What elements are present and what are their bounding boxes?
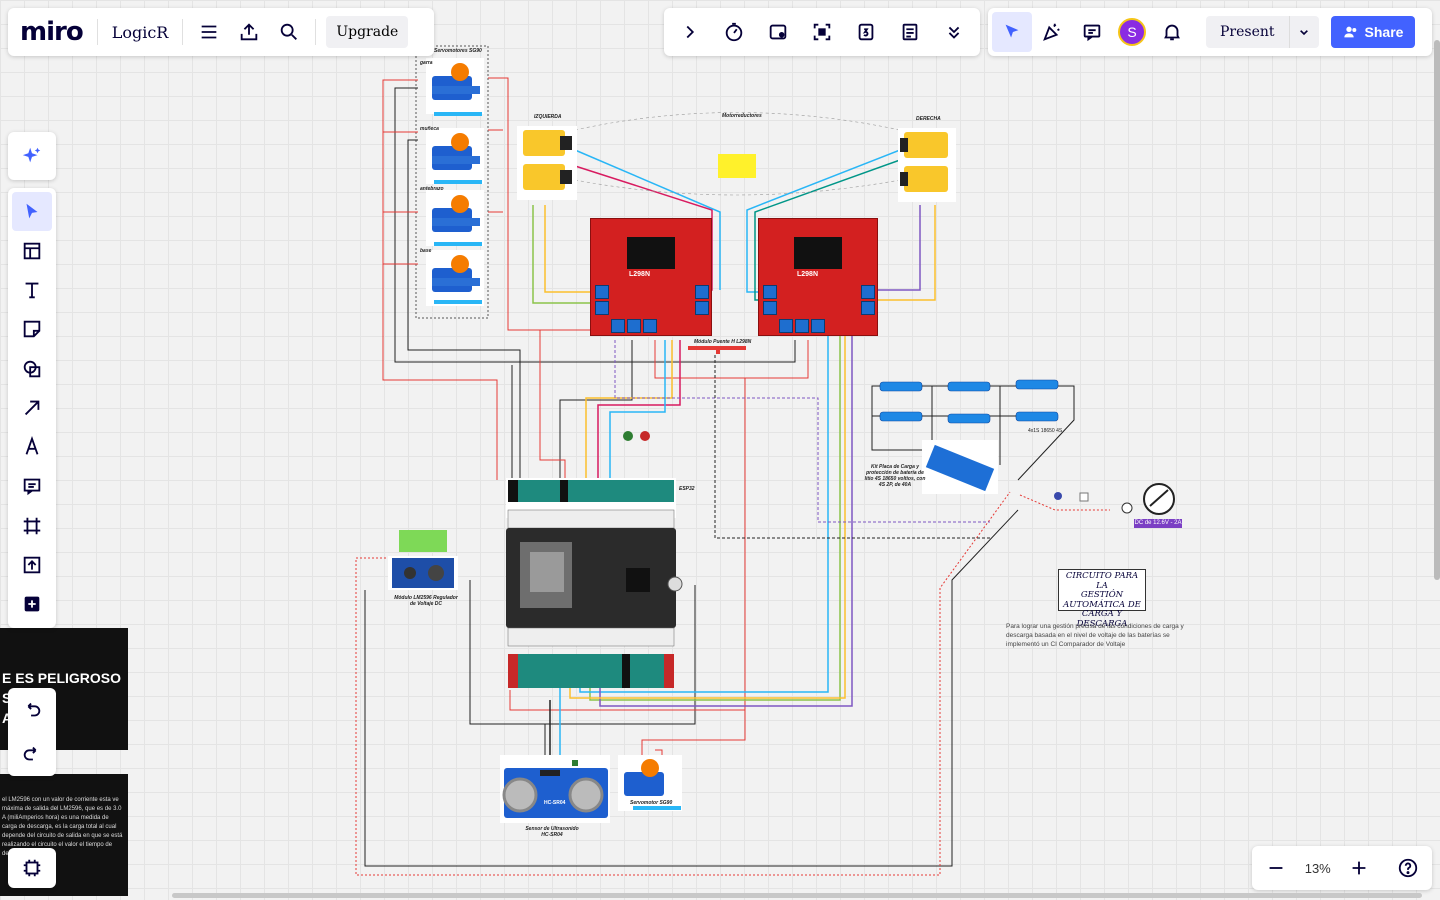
l298n-right-label: L298N [797,271,819,278]
frame-icon[interactable] [12,506,52,545]
circuit-title[interactable]: CIRCUITO PARA LA GESTIÓN AUTOMÁTICA DE C… [1058,569,1146,629]
celebrate-icon[interactable] [1032,12,1072,52]
redo-icon[interactable] [12,734,52,774]
green-sticky-note[interactable] [399,530,447,552]
creation-toolbar [8,188,56,628]
battery-note: 4x1S 18650 4S [1028,428,1063,434]
pointer-icon[interactable] [992,12,1032,52]
undo-icon[interactable] [12,690,52,730]
driver-caption: Módulo Puente H L298N [694,339,752,345]
motor-right-label: DERECHA [916,116,941,122]
share-button[interactable]: Share [1330,16,1416,48]
servo-label-4: base [420,248,432,254]
zoom-controls: 13% [1252,846,1432,890]
motor-left-label: IZQUIERDA [534,114,562,120]
comment-icon[interactable] [1072,12,1112,52]
bell-icon[interactable] [1152,12,1192,52]
cursor-icon[interactable] [12,192,52,232]
l298n-left[interactable]: L298N [590,218,712,336]
green-button [623,431,633,441]
arrow-icon[interactable] [12,388,52,427]
top-left-toolbar: miro LogicR Upgrade [8,8,434,56]
count-icon[interactable] [846,12,886,52]
vertical-scrollbar[interactable] [1434,40,1440,580]
charger-caption: Kit Placa de Carga y protección de bater… [864,464,926,488]
export-icon[interactable] [229,12,269,52]
battery-pack [879,379,1059,424]
frames-toolbar [8,848,56,888]
timer-icon[interactable] [714,12,754,52]
l298n-left-label: L298N [629,271,651,278]
text-icon[interactable] [12,271,52,310]
minus-icon[interactable] [1256,848,1296,888]
title-line-1: CIRCUITO PARA LA [1065,571,1139,591]
comment-tool-icon[interactable] [12,467,52,506]
share-label: Share [1364,24,1404,40]
ultrasonic-label: HC-SR04 [544,800,566,806]
note-line-1: E ES PELIGROSO [2,670,122,686]
regulator-caption: Módulo LM2596 Regulador de Voltaje DC [394,595,458,607]
l298n-right[interactable]: L298N [758,218,878,336]
servo-bottom-caption: Servomotor SG90 [630,800,673,806]
top-middle-toolbar [664,8,980,56]
layout-icon[interactable] [12,231,52,270]
board-name[interactable]: LogicR [104,23,177,42]
sticky-note-icon[interactable] [12,310,52,349]
card-icon[interactable] [758,12,798,52]
users-icon [1343,26,1356,38]
esp32-label: ESP32 [679,486,695,492]
search-icon[interactable] [269,12,309,52]
pen-icon[interactable] [12,428,52,467]
frames-icon[interactable] [12,848,52,888]
chevron-down-icon[interactable] [934,12,974,52]
menu-icon[interactable] [189,12,229,52]
board-canvas[interactable] [0,0,1440,900]
ai-toolbar [8,132,56,180]
servo-label-1: garra [420,60,433,66]
zoom-level[interactable]: 13% [1305,861,1331,876]
chevron-right-icon[interactable] [670,12,710,52]
zoom-in-icon[interactable] [1339,848,1379,888]
servo-motors [426,58,484,306]
ultrasonic-caption: Sensor de Ultrasonido HC-SR04 [525,826,579,838]
present-button[interactable]: Present [1206,16,1289,48]
shapes-icon[interactable] [12,349,52,388]
present-dropdown-icon[interactable] [1288,16,1319,48]
yellow-sticky-note[interactable] [718,154,756,178]
servo-label-2: muñeca [420,126,439,132]
notes-icon[interactable] [890,12,930,52]
servo-label-3: antebrazo [420,186,444,192]
red-button [640,431,650,441]
power-label: DC de 12.6V - 2A [1134,519,1182,528]
upgrade-button[interactable]: Upgrade [326,16,409,48]
upload-icon[interactable] [12,545,52,584]
help-icon[interactable] [1388,848,1428,888]
horizontal-scrollbar[interactable] [172,893,1422,898]
circuit-description[interactable]: Para lograr una gestión precisa de las c… [1006,622,1192,649]
user-avatar[interactable]: S [1118,18,1146,46]
esp32-board [506,478,676,688]
top-right-toolbar: S Present Share [988,8,1432,56]
plus-icon[interactable] [12,585,52,624]
focus-icon[interactable] [802,12,842,52]
miro-logo[interactable]: miro [16,17,91,47]
motor-center-label: Motorreductores [722,113,762,119]
sparkle-icon[interactable] [12,136,52,176]
history-toolbar [8,688,56,776]
servo-title: Servomotores SG90 [434,48,482,54]
